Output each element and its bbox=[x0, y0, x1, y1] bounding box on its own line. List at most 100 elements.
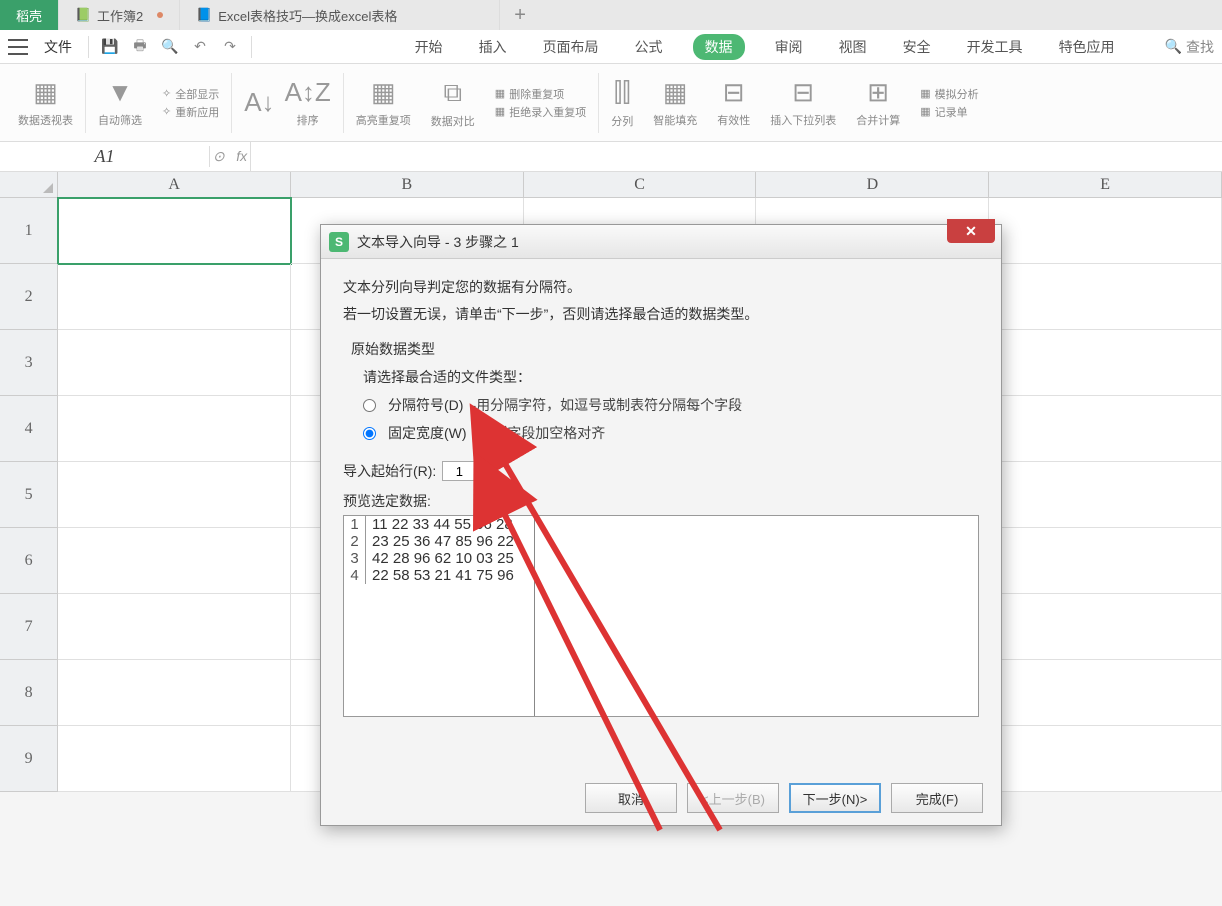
dialog-titlebar[interactable]: S 文本导入向导 - 3 步骤之 1 ✕ bbox=[321, 225, 1001, 259]
name-box[interactable]: A1 bbox=[0, 146, 210, 167]
cell[interactable] bbox=[989, 462, 1222, 528]
row-header[interactable]: 2 bbox=[0, 264, 58, 330]
cell[interactable] bbox=[989, 528, 1222, 594]
hamburger-icon[interactable] bbox=[8, 39, 28, 55]
fx-icon[interactable]: ⊙ fx bbox=[210, 148, 250, 165]
cell[interactable] bbox=[58, 330, 291, 396]
word-icon: 📘 bbox=[196, 7, 212, 23]
tab-home[interactable]: 稻壳 bbox=[0, 0, 59, 30]
tab-doc[interactable]: 📘 Excel表格技巧—换成excel表格 bbox=[180, 0, 500, 30]
btn-compare[interactable]: ⧉数据对比 bbox=[423, 68, 483, 137]
col-header-d[interactable]: D bbox=[756, 172, 989, 197]
next-button[interactable]: 下一步(N)> bbox=[789, 783, 881, 813]
prev-button: <上一步(B) bbox=[687, 783, 779, 813]
spin-down[interactable]: ▼ bbox=[482, 471, 496, 481]
cell[interactable] bbox=[989, 660, 1222, 726]
radio-fixed-row[interactable]: 固定宽度(W) -每列字段加空格对齐 bbox=[363, 423, 979, 443]
select-all-corner[interactable] bbox=[0, 172, 58, 197]
ribtab-formula[interactable]: 公式 bbox=[629, 33, 669, 61]
btn-analysis[interactable]: ▦模拟分析 ▦记录单 bbox=[912, 68, 986, 137]
cell[interactable] bbox=[989, 726, 1222, 792]
cell[interactable] bbox=[989, 198, 1222, 264]
cell[interactable] bbox=[989, 396, 1222, 462]
cell[interactable] bbox=[989, 330, 1222, 396]
cancel-button[interactable]: 取消 bbox=[585, 783, 677, 813]
cell[interactable] bbox=[58, 396, 291, 462]
start-row-label: 导入起始行(R): bbox=[343, 461, 436, 481]
col-header-b[interactable]: B bbox=[291, 172, 524, 197]
ribtab-view[interactable]: 视图 bbox=[833, 33, 873, 61]
btn-text-to-columns[interactable]: ⫿⫿分列 bbox=[603, 68, 641, 137]
cell[interactable] bbox=[989, 264, 1222, 330]
new-tab-button[interactable]: + bbox=[500, 0, 540, 30]
btn-consolidate[interactable]: ⊞合并计算 bbox=[848, 68, 908, 137]
dialog-desc-1: 文本分列向导判定您的数据有分隔符。 bbox=[343, 277, 979, 298]
cell[interactable] bbox=[58, 594, 291, 660]
tab-workbook[interactable]: 📗 工作簿2 bbox=[59, 0, 180, 30]
modified-indicator-icon bbox=[157, 12, 163, 18]
row-header[interactable]: 5 bbox=[0, 462, 58, 528]
print-icon[interactable]: 🖶 bbox=[127, 34, 153, 60]
col-header-c[interactable]: C bbox=[524, 172, 757, 197]
preview-row-num: 3 bbox=[344, 550, 366, 567]
cell[interactable] bbox=[58, 462, 291, 528]
row-header[interactable]: 9 bbox=[0, 726, 58, 792]
col-header-e[interactable]: E bbox=[989, 172, 1222, 197]
cell[interactable] bbox=[58, 198, 291, 264]
btn-highlight-dup[interactable]: ▦高亮重复项 bbox=[348, 68, 419, 137]
btn-filter-opts[interactable]: ✧全部显示 ✧重新应用 bbox=[154, 68, 227, 137]
cell[interactable] bbox=[58, 528, 291, 594]
radio-delimited[interactable] bbox=[363, 399, 376, 412]
row-header[interactable]: 7 bbox=[0, 594, 58, 660]
formula-input[interactable] bbox=[251, 142, 1222, 171]
ribtab-data[interactable]: 数据 bbox=[693, 34, 745, 60]
dialog-close-button[interactable]: ✕ bbox=[947, 219, 995, 243]
reapply-icon: ✧ bbox=[162, 105, 171, 118]
radio-fixed-width[interactable] bbox=[363, 427, 376, 440]
spin-up[interactable]: ▲ bbox=[482, 461, 496, 471]
radio-delimited-label: 分隔符号(D) bbox=[388, 395, 463, 415]
row-header[interactable]: 1 bbox=[0, 198, 58, 264]
prompt-label: 请选择最合适的文件类型： bbox=[363, 367, 979, 387]
search-box[interactable]: 🔍 查找 bbox=[1165, 37, 1214, 57]
document-tabs: 稻壳 📗 工作簿2 📘 Excel表格技巧—换成excel表格 + bbox=[0, 0, 1222, 30]
start-row-input[interactable] bbox=[442, 461, 476, 481]
ribtab-special[interactable]: 特色应用 bbox=[1053, 33, 1121, 61]
save-icon[interactable]: 💾 bbox=[97, 34, 123, 60]
row-header[interactable]: 6 bbox=[0, 528, 58, 594]
btn-filter[interactable]: ▼自动筛选 bbox=[90, 68, 150, 137]
finish-button[interactable]: 完成(F) bbox=[891, 783, 983, 813]
btn-validation[interactable]: ⊟有效性 bbox=[709, 68, 758, 137]
preview-row-num: 2 bbox=[344, 533, 366, 550]
cell[interactable] bbox=[58, 726, 291, 792]
cell[interactable] bbox=[989, 594, 1222, 660]
redo-icon[interactable]: ↷ bbox=[217, 34, 243, 60]
ribtab-security[interactable]: 安全 bbox=[897, 33, 937, 61]
row-header[interactable]: 8 bbox=[0, 660, 58, 726]
file-menu[interactable]: 文件 bbox=[36, 37, 80, 57]
tab-workbook-label: 工作簿2 bbox=[97, 6, 143, 25]
menu-bar: 文件 💾 🖶 🔍 ↶ ↷ 开始 插入 页面布局 公式 数据 审阅 视图 安全 开… bbox=[0, 30, 1222, 64]
col-header-a[interactable]: A bbox=[58, 172, 291, 197]
preview-icon[interactable]: 🔍 bbox=[157, 34, 183, 60]
ribtab-start[interactable]: 开始 bbox=[409, 33, 449, 61]
btn-flash-fill[interactable]: ▦智能填充 bbox=[645, 68, 705, 137]
btn-sort[interactable]: A↓ A↕Z排序 bbox=[236, 70, 339, 136]
ribtab-insert[interactable]: 插入 bbox=[473, 33, 513, 61]
ribtab-layout[interactable]: 页面布局 bbox=[537, 33, 605, 61]
undo-icon[interactable]: ↶ bbox=[187, 34, 213, 60]
radio-delimited-row[interactable]: 分隔符号(D) -用分隔字符，如逗号或制表符分隔每个字段 bbox=[363, 395, 979, 415]
cell[interactable] bbox=[58, 660, 291, 726]
btn-dropdown[interactable]: ⊟插入下拉列表 bbox=[762, 68, 844, 137]
cell[interactable] bbox=[58, 264, 291, 330]
preview-row-data: 11 22 33 44 55 66 28 bbox=[366, 516, 513, 533]
dialog-buttons: 取消 <上一步(B) 下一步(N)> 完成(F) bbox=[585, 783, 983, 813]
row-header[interactable]: 3 bbox=[0, 330, 58, 396]
ribtab-dev[interactable]: 开发工具 bbox=[961, 33, 1029, 61]
btn-dup-opts[interactable]: ▦删除重复项 ▦拒绝录入重复项 bbox=[487, 68, 594, 137]
btn-pivot[interactable]: ▦数据透视表 bbox=[10, 68, 81, 137]
row-header[interactable]: 4 bbox=[0, 396, 58, 462]
data-preview: 111 22 33 44 55 66 28223 25 36 47 85 96 … bbox=[343, 515, 979, 717]
radio-fixed-label: 固定宽度(W) bbox=[388, 423, 467, 443]
ribtab-review[interactable]: 审阅 bbox=[769, 33, 809, 61]
